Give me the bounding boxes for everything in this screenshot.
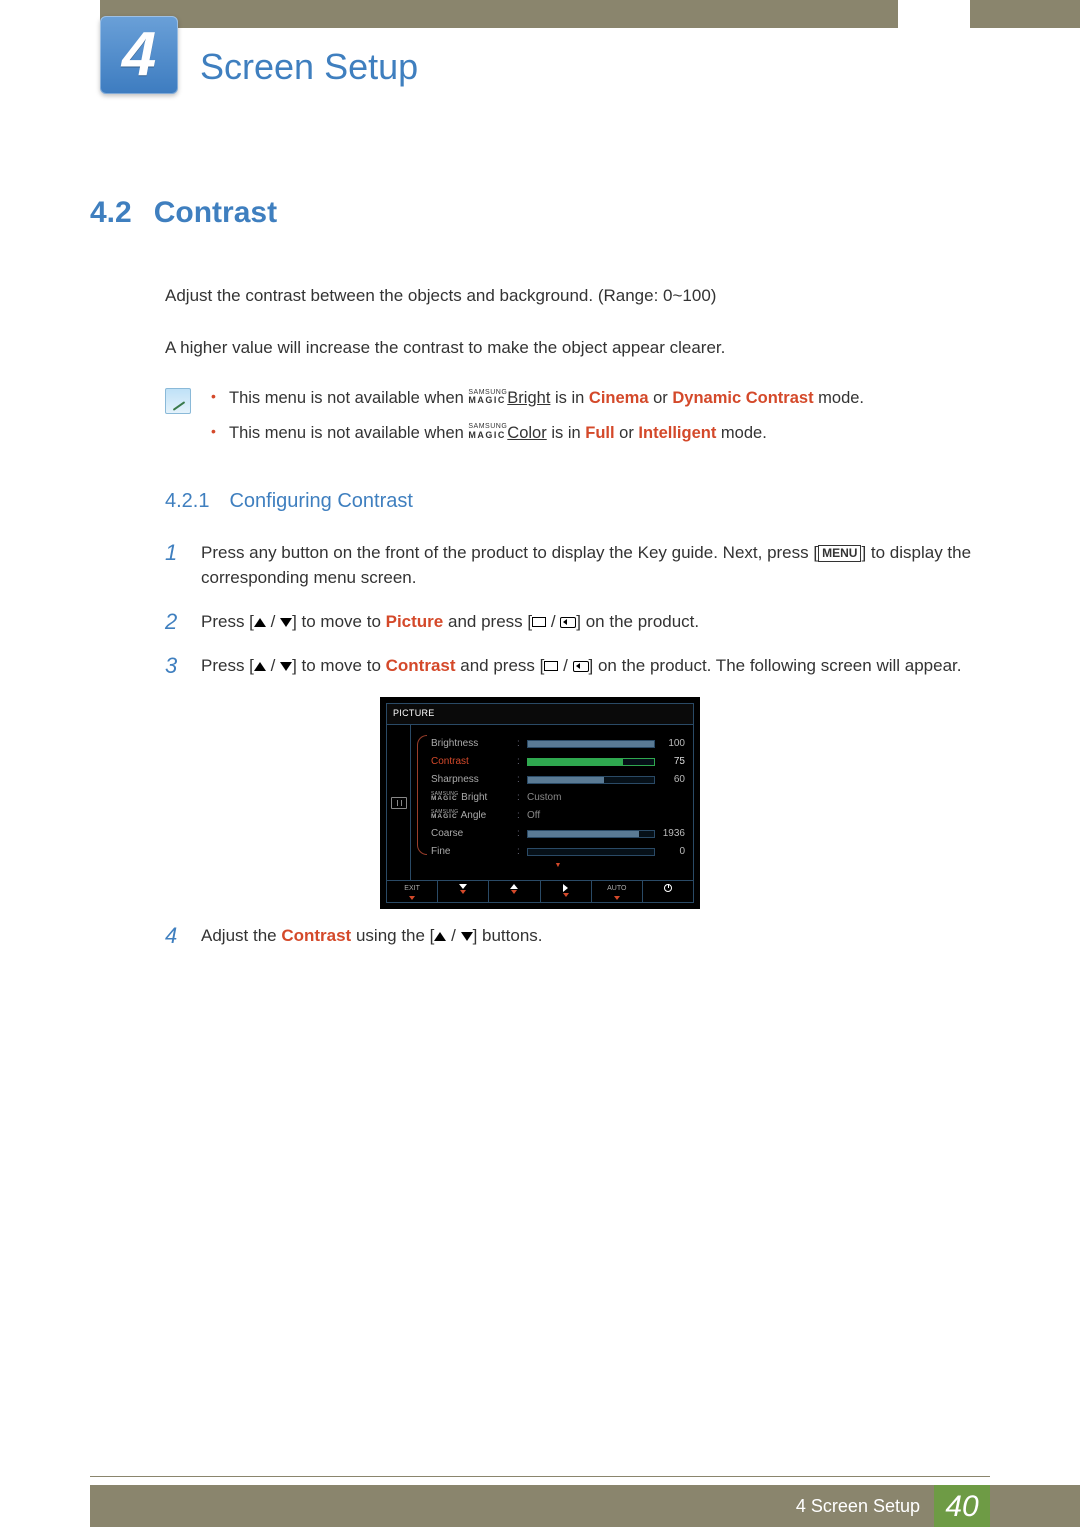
osd-hint-down xyxy=(438,881,489,902)
osd-hint-right xyxy=(541,881,592,902)
osd-scroll-down-icon: ▼ xyxy=(431,861,685,875)
note-list: This menu is not available when SAMSUNGM… xyxy=(211,386,990,456)
up-arrow-icon xyxy=(434,932,446,941)
osd-row-magic-bright: SAMSUNGMAGIC Bright : Custom xyxy=(431,789,685,807)
osd-row-sharpness: Sharpness : 60 xyxy=(431,771,685,789)
coarse-bar-fill xyxy=(528,831,639,837)
osd-grouping-arc xyxy=(417,735,427,855)
down-arrow-icon xyxy=(280,662,292,671)
subsection-number: 4.2.1 xyxy=(165,486,209,516)
note-item-1: This menu is not available when SAMSUNGM… xyxy=(211,386,990,411)
section-number: 4.2 xyxy=(90,190,132,235)
step-2: 2 Press [ / ] to move to Picture and pre… xyxy=(165,609,990,635)
intro-paragraph-2: A higher value will increase the contras… xyxy=(165,335,990,361)
subsection-title: Configuring Contrast xyxy=(229,486,412,516)
steps-list: 1 Press any button on the front of the p… xyxy=(165,540,990,680)
samsung-magic-logo: SAMSUNGMAGIC xyxy=(468,390,507,404)
note-icon xyxy=(165,388,191,414)
header-accent-band xyxy=(100,0,1080,28)
enter-button-icon xyxy=(573,661,589,672)
page-number: 40 xyxy=(934,1485,990,1527)
osd-row-brightness: Brightness : 100 xyxy=(431,735,685,753)
power-icon xyxy=(664,884,672,892)
menu-button-chip: MENU xyxy=(818,545,861,563)
source-button-icon xyxy=(532,617,546,627)
chapter-number-badge: 4 xyxy=(100,16,178,94)
page-footer: 4 Screen Setup 40 xyxy=(0,1485,1080,1527)
brightness-bar-fill xyxy=(528,741,654,747)
section-title: Contrast xyxy=(154,190,277,235)
chapter-title: Screen Setup xyxy=(200,40,418,94)
step-3: 3 Press [ / ] to move to Contrast and pr… xyxy=(165,653,990,679)
note-item-2: This menu is not available when SAMSUNGM… xyxy=(211,421,990,446)
source-button-icon xyxy=(544,661,558,671)
footer-rule xyxy=(90,1476,990,1477)
intro-paragraph-1: Adjust the contrast between the objects … xyxy=(165,283,990,309)
osd-row-fine: Fine : 0 xyxy=(431,843,685,861)
magic-color-link: Color xyxy=(507,424,546,442)
down-arrow-icon xyxy=(461,932,473,941)
osd-screenshot: PICTURE Brightness : 100 Contrast : xyxy=(380,697,700,909)
step-4: 4 Adjust the Contrast using the [ / ] bu… xyxy=(165,923,990,949)
header-band-gap xyxy=(898,0,970,28)
osd-title: PICTURE xyxy=(387,704,693,725)
osd-hint-power xyxy=(643,881,693,902)
footer-chapter-label: 4 Screen Setup xyxy=(796,1493,920,1520)
up-arrow-icon xyxy=(254,662,266,671)
osd-hint-up xyxy=(489,881,540,902)
osd-hint-exit: EXIT xyxy=(387,881,438,902)
contrast-bar-fill xyxy=(528,759,623,765)
osd-footer-hints: EXIT AUTO xyxy=(387,880,693,902)
osd-row-contrast: Contrast : 75 xyxy=(431,753,685,771)
step-1: 1 Press any button on the front of the p… xyxy=(165,540,990,591)
magic-bright-link: Bright xyxy=(507,389,550,407)
osd-category-rail xyxy=(387,725,411,881)
down-arrow-icon xyxy=(280,618,292,627)
samsung-magic-logo: SAMSUNGMAGIC xyxy=(468,424,507,438)
enter-button-icon xyxy=(560,617,576,628)
osd-row-magic-angle: SAMSUNGMAGIC Angle : Off xyxy=(431,807,685,825)
up-arrow-icon xyxy=(254,618,266,627)
sharpness-bar-fill xyxy=(528,777,604,783)
picture-category-icon xyxy=(391,797,407,809)
osd-row-coarse: Coarse : 1936 xyxy=(431,825,685,843)
osd-hint-auto: AUTO xyxy=(592,881,643,902)
chapter-number: 4 xyxy=(122,24,156,86)
